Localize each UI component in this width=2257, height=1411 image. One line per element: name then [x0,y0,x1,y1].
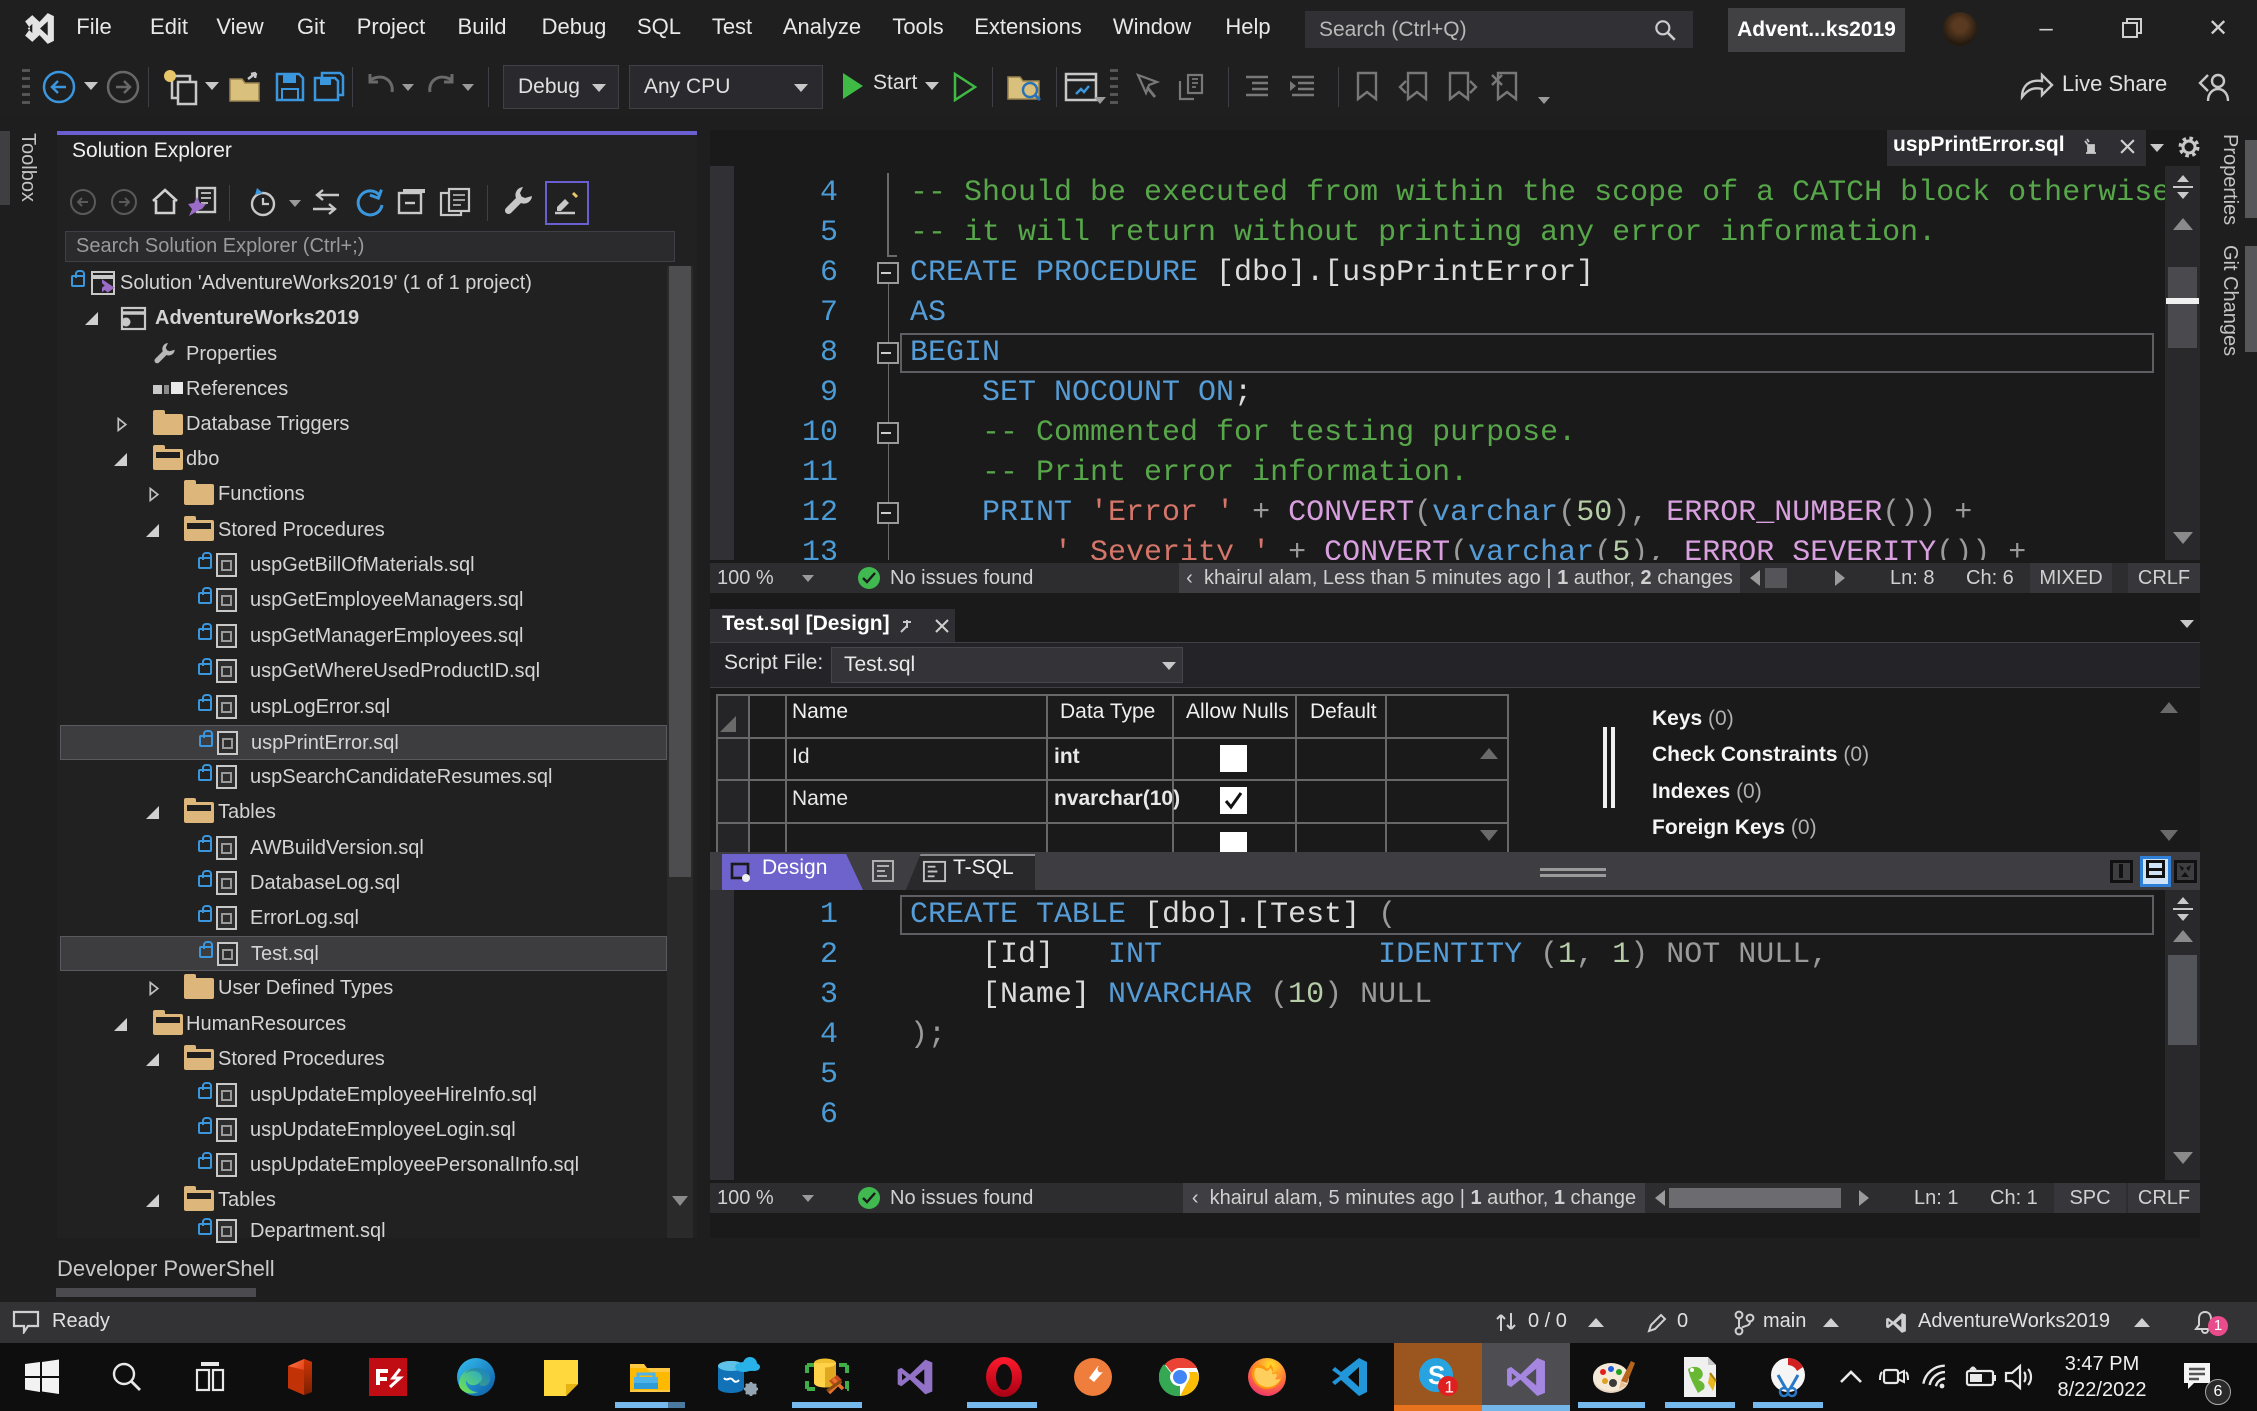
svg-text:1: 1 [1445,1378,1454,1397]
